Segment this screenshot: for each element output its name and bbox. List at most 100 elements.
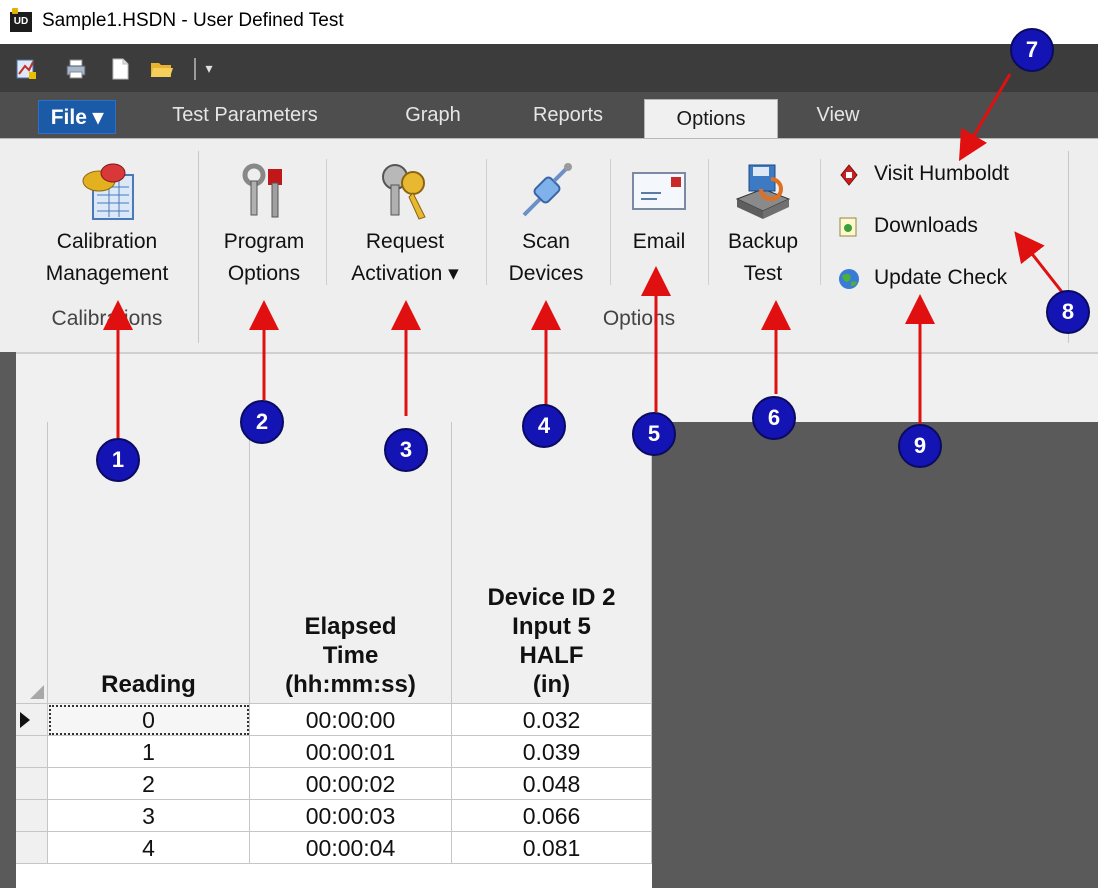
cell-elapsed-time[interactable]: 00:00:01 <box>250 736 452 768</box>
ribbon-panel: Calibration Management Calibrations Prog… <box>0 138 1098 352</box>
humboldt-logo-icon <box>838 163 860 186</box>
email-button[interactable]: Email <box>614 139 704 305</box>
button-separator <box>820 159 821 285</box>
row-header[interactable] <box>16 736 48 768</box>
row-header[interactable] <box>16 768 48 800</box>
row-header[interactable] <box>16 704 48 736</box>
program-options-label-2: Options <box>227 262 301 285</box>
window-title: Sample1.HSDN - User Defined Test <box>42 10 344 31</box>
tab-file[interactable]: File ▾ <box>38 100 116 134</box>
quick-access-toolbar: ▾ <box>0 44 1098 92</box>
table-row[interactable]: 2 00:00:02 0.048 <box>16 768 652 800</box>
callout-5: 5 <box>632 412 676 456</box>
email-label: Email <box>632 230 686 253</box>
cell-reading[interactable]: 1 <box>48 736 250 768</box>
table-row[interactable]: 0 00:00:00 0.032 <box>16 704 652 736</box>
program-options-button[interactable]: Program Options <box>206 139 322 305</box>
callout-2: 2 <box>240 400 284 444</box>
tab-options[interactable]: Options <box>644 99 778 138</box>
backup-test-label-2: Test <box>743 262 783 285</box>
request-activation-button[interactable]: Request Activation ▾ <box>330 139 480 305</box>
callout-7: 7 <box>1010 28 1054 72</box>
calibration-icon <box>75 159 139 223</box>
tab-test-parameters[interactable]: Test Parameters <box>140 92 350 138</box>
ribbon-tab-row: File ▾ Test Parameters Graph Reports Opt… <box>0 92 1098 138</box>
table-row[interactable]: 1 00:00:01 0.039 <box>16 736 652 768</box>
downloads-button[interactable]: Downloads <box>838 209 978 243</box>
cell-reading[interactable]: 2 <box>48 768 250 800</box>
column-header-device-input[interactable]: Device ID 2 Input 5 HALF (in) <box>452 422 652 704</box>
backup-test-label-1: Backup <box>727 230 799 253</box>
tools-icon <box>232 159 296 223</box>
scan-devices-button[interactable]: Scan Devices <box>490 139 602 305</box>
update-check-button[interactable]: Update Check <box>838 261 1007 295</box>
callout-4: 4 <box>522 404 566 448</box>
scan-devices-label-2: Devices <box>508 262 584 285</box>
cell-reading[interactable]: 0 <box>48 704 250 736</box>
group-label-options: Options <box>602 307 676 330</box>
scan-devices-label-1: Scan <box>522 230 570 253</box>
open-folder-icon[interactable] <box>150 58 174 80</box>
title-bar: UD Sample1.HSDN - User Defined Test <box>0 0 1098 44</box>
callout-1: 1 <box>96 438 140 482</box>
program-options-label-1: Program <box>223 230 305 253</box>
cell-value[interactable]: 0.039 <box>452 736 652 768</box>
current-row-arrow-icon <box>20 712 30 728</box>
button-separator <box>326 159 327 285</box>
column-header-label: Elapsed Time (hh:mm:ss) <box>285 613 416 698</box>
visit-humboldt-label: Visit Humboldt <box>874 162 1010 185</box>
tab-graph[interactable]: Graph <box>378 92 488 138</box>
envelope-icon <box>627 159 691 223</box>
backup-icon <box>731 159 795 223</box>
tab-reports[interactable]: Reports <box>510 92 626 138</box>
cell-elapsed-time[interactable]: 00:00:00 <box>250 704 452 736</box>
toolbar-separator <box>194 58 196 80</box>
cell-reading[interactable]: 4 <box>48 832 250 864</box>
select-all-triangle-icon <box>30 685 44 699</box>
table-row[interactable]: 3 00:00:03 0.066 <box>16 800 652 832</box>
callout-8: 8 <box>1046 290 1090 334</box>
cell-value[interactable]: 0.081 <box>452 832 652 864</box>
visit-humboldt-button[interactable]: Visit Humboldt <box>838 157 1009 191</box>
cell-elapsed-time[interactable]: 00:00:03 <box>250 800 452 832</box>
new-document-icon[interactable] <box>108 58 132 80</box>
table-row[interactable]: 4 00:00:04 0.081 <box>16 832 652 864</box>
row-header[interactable] <box>16 832 48 864</box>
cell-value[interactable]: 0.066 <box>452 800 652 832</box>
cell-reading[interactable]: 3 <box>48 800 250 832</box>
cell-elapsed-time[interactable]: 00:00:04 <box>250 832 452 864</box>
calibration-management-button[interactable]: Calibration Management <box>22 139 192 305</box>
column-header-label: Device ID 2 Input 5 HALF (in) <box>487 584 616 698</box>
group-separator <box>198 151 199 343</box>
readings-grid[interactable]: Reading Elapsed Time (hh:mm:ss) Device I… <box>16 422 652 888</box>
cell-value[interactable]: 0.032 <box>452 704 652 736</box>
column-header-reading[interactable]: Reading <box>48 422 250 704</box>
plug-icon <box>514 159 578 223</box>
new-test-icon[interactable] <box>14 58 38 80</box>
app-icon: UD <box>10 8 32 32</box>
downloads-label: Downloads <box>874 214 978 237</box>
keys-icon <box>373 159 437 223</box>
callout-9: 9 <box>898 424 942 468</box>
column-header-label: Reading <box>101 671 196 698</box>
print-icon[interactable] <box>64 58 88 80</box>
calibration-management-label-2: Management <box>45 262 169 285</box>
row-header[interactable] <box>16 800 48 832</box>
callout-6: 6 <box>752 396 796 440</box>
button-separator <box>486 159 487 285</box>
tab-view[interactable]: View <box>798 92 878 138</box>
callout-3: 3 <box>384 428 428 472</box>
download-page-icon <box>838 215 860 237</box>
backup-test-button[interactable]: Backup Test <box>712 139 814 305</box>
request-activation-label-1: Request <box>365 230 445 253</box>
grid-corner[interactable] <box>16 422 48 704</box>
button-separator <box>708 159 709 285</box>
cell-elapsed-time[interactable]: 00:00:02 <box>250 768 452 800</box>
group-label-calibrations: Calibrations <box>51 307 163 330</box>
cell-value[interactable]: 0.048 <box>452 768 652 800</box>
customize-toolbar-dropdown[interactable]: ▾ <box>202 61 216 77</box>
globe-icon <box>838 267 860 289</box>
request-activation-label-2: Activation ▾ <box>351 262 459 285</box>
button-separator <box>610 159 611 285</box>
update-check-label: Update Check <box>874 266 1008 289</box>
